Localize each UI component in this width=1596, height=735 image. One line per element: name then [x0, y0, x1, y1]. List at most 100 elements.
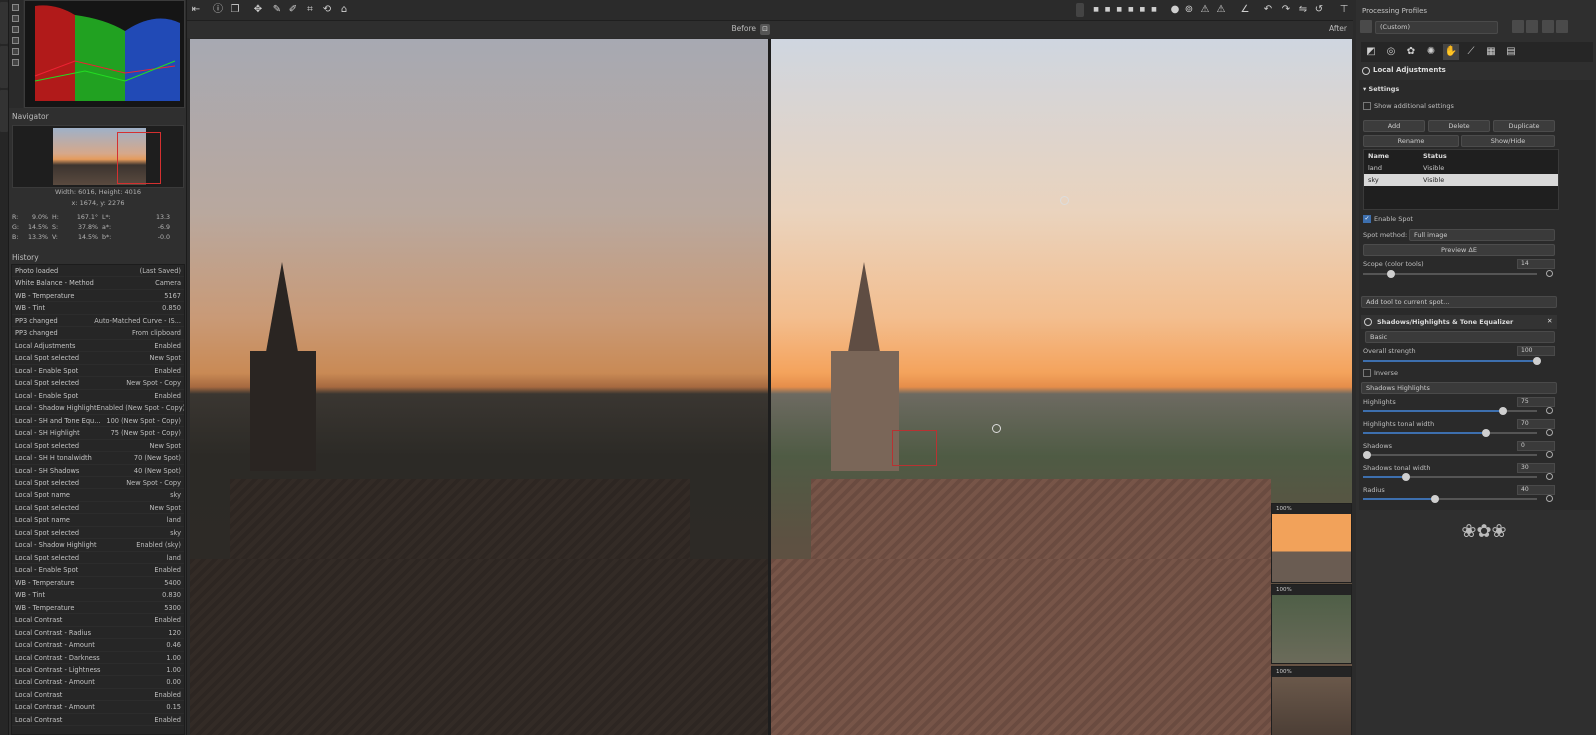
- flip-horizontal-icon[interactable]: ⇋: [1296, 3, 1310, 17]
- reset-icon[interactable]: [1546, 270, 1553, 277]
- history-item[interactable]: WB - Temperature 5300: [12, 602, 184, 615]
- slider-spinner[interactable]: 30: [1517, 463, 1555, 473]
- histogram-mode-toggle[interactable]: [12, 59, 19, 66]
- history-item[interactable]: Local Spot name sky: [12, 489, 184, 502]
- slider-spinner[interactable]: 70: [1517, 419, 1555, 429]
- slider-track[interactable]: [1363, 451, 1537, 459]
- copy-profile-icon[interactable]: [1542, 20, 1554, 33]
- history-item[interactable]: Local Contrast - Darkness 1.00: [12, 652, 184, 664]
- background-color-icon[interactable]: [1076, 3, 1084, 17]
- power-icon[interactable]: [1362, 67, 1370, 75]
- slider-knob[interactable]: [1431, 495, 1439, 503]
- slider-knob[interactable]: [1482, 429, 1490, 437]
- slider-knob[interactable]: [1499, 407, 1507, 415]
- raw-tab-icon[interactable]: ▦: [1483, 44, 1499, 60]
- history-item[interactable]: Local Spot selected New Spot - Copy: [12, 477, 184, 490]
- add-tool-select[interactable]: Add tool to current spot...: [1361, 296, 1557, 308]
- history-item[interactable]: Local - SH and Tone Equ... 100 (New Spot …: [12, 415, 184, 428]
- histogram-green-toggle[interactable]: [12, 15, 19, 22]
- duplicate-spot-button[interactable]: Duplicate: [1493, 120, 1555, 132]
- warning-shadows-icon[interactable]: ⚠: [1214, 3, 1228, 17]
- history-item[interactable]: Local Spot selected sky: [12, 527, 184, 540]
- history-item[interactable]: Local Adjustments Enabled: [12, 340, 184, 353]
- history-item[interactable]: Local Spot selected New Spot - Copy: [12, 377, 184, 390]
- history-item[interactable]: PP3 changed Auto-Matched Curve - IS...: [12, 315, 184, 328]
- straighten-icon[interactable]: ⟲: [320, 3, 334, 17]
- spot-row-sky[interactable]: sky Visible: [1364, 174, 1558, 186]
- history-item[interactable]: Local - Shadow Highlight Enabled (New Spo…: [12, 402, 184, 415]
- spot-center-land[interactable]: [992, 424, 1001, 433]
- crop-icon[interactable]: ⌗: [303, 3, 317, 17]
- save-profile-icon[interactable]: [1526, 20, 1538, 33]
- history-item[interactable]: Local Contrast - Radius 120: [12, 627, 184, 640]
- detail-window[interactable]: 100%: [1271, 503, 1352, 583]
- history-item[interactable]: Local Contrast - Amount 0.15: [12, 701, 184, 714]
- color-picker-icon[interactable]: ✎: [270, 3, 284, 17]
- rename-spot-button[interactable]: Rename: [1363, 135, 1459, 147]
- history-item[interactable]: Local Contrast Enabled: [12, 689, 184, 702]
- history-item[interactable]: Local - SH Shadows 40 (New Spot): [12, 465, 184, 477]
- slider-spinner[interactable]: 75: [1517, 397, 1555, 407]
- lock-icon[interactable]: ⊡: [760, 24, 770, 35]
- before-after-icon[interactable]: ❐: [228, 3, 242, 17]
- scope-spinner[interactable]: 14: [1517, 259, 1555, 269]
- rotate-left-icon[interactable]: ↶: [1261, 3, 1275, 17]
- curve-icon[interactable]: ∠: [1238, 3, 1252, 17]
- detail-window[interactable]: 100%: [1271, 584, 1352, 664]
- complexity-select[interactable]: Basic: [1365, 331, 1555, 343]
- overall-strength-slider[interactable]: [1363, 357, 1541, 365]
- slider-track[interactable]: [1363, 407, 1537, 415]
- fullscreen-icon[interactable]: ⊤: [1337, 3, 1351, 17]
- show-hide-spot-button[interactable]: Show/Hide: [1461, 135, 1555, 147]
- warning-highlights-icon[interactable]: ⚠: [1198, 3, 1212, 17]
- histogram-blue-toggle[interactable]: [12, 26, 19, 33]
- before-preview[interactable]: [190, 39, 768, 735]
- sh-tool-header[interactable]: Shadows/Highlights & Tone Equalizer ✕: [1361, 315, 1557, 329]
- sh-method-select[interactable]: Shadows Highlights: [1361, 382, 1557, 394]
- history-item[interactable]: Local - SH H tonalwidth 70 (New Spot): [12, 452, 184, 465]
- flip-vertical-icon[interactable]: ↺: [1312, 3, 1326, 17]
- profile-list-icon[interactable]: [1360, 20, 1372, 33]
- transform-tab-icon[interactable]: ⟋: [1463, 44, 1479, 60]
- slider-track[interactable]: [1363, 495, 1537, 503]
- metadata-tab-icon[interactable]: ▤: [1503, 44, 1519, 60]
- reset-icon[interactable]: [1546, 407, 1553, 414]
- history-item[interactable]: Photo loaded (Last Saved): [12, 265, 184, 278]
- history-item[interactable]: WB - Temperature 5167: [12, 290, 184, 303]
- slider-track[interactable]: [1363, 473, 1537, 481]
- history-item[interactable]: WB - Temperature 5400: [12, 577, 184, 590]
- white-balance-icon[interactable]: ✐: [286, 3, 300, 17]
- history-item[interactable]: Local Contrast Enabled: [12, 614, 184, 627]
- history-item[interactable]: Local Spot selected New Spot: [12, 352, 184, 365]
- add-spot-button[interactable]: Add: [1363, 120, 1425, 132]
- history-item[interactable]: Local Contrast Enabled: [12, 714, 184, 727]
- slider-knob[interactable]: [1363, 451, 1371, 459]
- profile-select[interactable]: (Custom): [1375, 21, 1498, 34]
- slider-spinner[interactable]: 40: [1517, 485, 1555, 495]
- history-item[interactable]: WB - Tint 0.830: [12, 589, 184, 602]
- local-adjustments-header[interactable]: Local Adjustments: [1359, 64, 1595, 77]
- local-adjustments-tab-icon[interactable]: ✋: [1443, 44, 1459, 60]
- close-icon[interactable]: ✕: [1547, 317, 1552, 325]
- slider-knob[interactable]: [1533, 357, 1541, 365]
- power-icon[interactable]: [1364, 318, 1372, 326]
- focus-mask-icon[interactable]: ●: [1168, 3, 1182, 17]
- history-item[interactable]: Local Contrast - Lightness 1.00: [12, 664, 184, 677]
- histogram-luma-toggle[interactable]: [12, 37, 19, 44]
- history-item[interactable]: Local Spot selected New Spot: [12, 502, 184, 515]
- histogram-raw-toggle[interactable]: [12, 48, 19, 55]
- spot-method-select[interactable]: Full image: [1409, 229, 1555, 241]
- tab-file-browser[interactable]: [0, 2, 8, 44]
- navigator-thumbnail[interactable]: [53, 128, 161, 185]
- slider-track[interactable]: [1363, 429, 1537, 437]
- spot-rectangle[interactable]: [892, 430, 937, 466]
- hand-tool-icon[interactable]: ✥: [251, 3, 265, 17]
- detail-window[interactable]: 100%: [1271, 666, 1352, 735]
- channel-view-icons[interactable]: ■ ■ ■ ■ ■ ■: [1087, 3, 1165, 17]
- histogram-red-toggle[interactable]: [12, 4, 19, 11]
- reset-icon[interactable]: [1546, 473, 1553, 480]
- history-item[interactable]: Local Contrast - Amount 0.46: [12, 639, 184, 652]
- rotate-right-icon[interactable]: ↷: [1279, 3, 1293, 17]
- open-profile-icon[interactable]: [1512, 20, 1524, 33]
- slider-knob[interactable]: [1402, 473, 1411, 481]
